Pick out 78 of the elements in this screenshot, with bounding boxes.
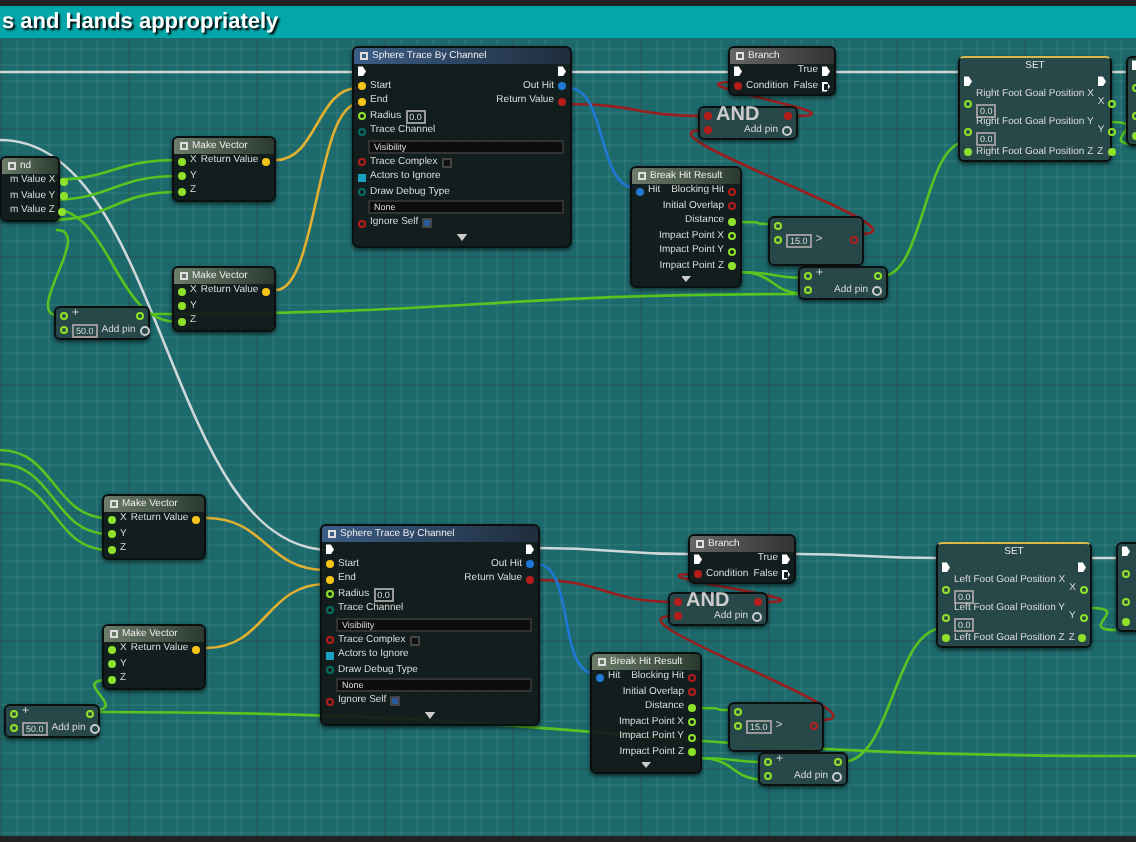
exec-pin-icon[interactable] (822, 66, 830, 77)
pin-icon[interactable] (326, 560, 334, 569)
add-pin-icon[interactable] (782, 125, 792, 136)
pin-icon[interactable] (108, 660, 116, 669)
exec-pin-icon[interactable] (964, 76, 972, 87)
exec-pin-icon[interactable] (822, 81, 830, 92)
pin-icon[interactable] (59, 192, 68, 201)
pin-icon[interactable] (108, 645, 116, 654)
pin-icon[interactable] (262, 287, 271, 296)
pin-icon[interactable] (178, 172, 186, 181)
pin-icon[interactable] (108, 530, 116, 539)
exec-pin-icon[interactable] (558, 66, 566, 77)
exec-pin-icon[interactable] (358, 66, 366, 77)
function-icon (180, 142, 188, 150)
pin-icon[interactable] (358, 97, 366, 106)
checkbox[interactable] (390, 696, 401, 707)
function-icon (8, 162, 16, 170)
comment-title: s and Hands appropriately (0, 7, 279, 38)
array-pin-icon[interactable] (358, 173, 366, 182)
pin-icon[interactable] (178, 157, 186, 166)
pin-icon[interactable] (728, 262, 736, 271)
pin-icon[interactable] (59, 177, 68, 186)
pin-icon[interactable] (108, 515, 116, 524)
pin-icon[interactable] (1122, 618, 1130, 627)
pin-icon[interactable] (942, 634, 950, 643)
checkbox[interactable] (441, 157, 452, 168)
pin-icon[interactable] (178, 287, 186, 296)
wire (836, 70, 958, 74)
exec-pin-icon[interactable] (694, 554, 702, 565)
wire (1091, 606, 1117, 632)
add-pin-icon[interactable] (872, 285, 882, 296)
array-pin-icon[interactable] (326, 651, 334, 660)
pin-icon[interactable] (358, 82, 366, 91)
exec-pin-icon[interactable] (782, 569, 790, 580)
exec-pin-icon[interactable] (526, 544, 534, 555)
pin-icon[interactable] (108, 545, 116, 554)
node-title: AND (686, 591, 730, 612)
pin-icon[interactable] (262, 157, 271, 166)
function-icon (180, 272, 188, 280)
exec-pin-icon[interactable] (782, 554, 790, 565)
function-icon (598, 658, 606, 666)
function-icon (110, 630, 118, 638)
pin-icon[interactable] (178, 317, 186, 326)
pin-icon[interactable] (688, 703, 696, 712)
pin-icon[interactable] (58, 207, 67, 216)
add-pin-icon[interactable] (832, 771, 842, 782)
pin-icon[interactable] (728, 217, 736, 226)
function-icon (638, 172, 646, 180)
pin-icon[interactable] (326, 575, 334, 584)
pin-icon[interactable] (178, 187, 186, 196)
add-pin-icon[interactable] (89, 723, 100, 734)
exec-pin-icon[interactable] (1078, 562, 1086, 573)
wire (796, 552, 936, 560)
pin-icon[interactable] (178, 302, 186, 311)
function-icon (328, 530, 336, 538)
function-icon (696, 540, 704, 548)
pin-icon[interactable] (964, 148, 972, 157)
function-icon (110, 500, 118, 508)
wire (1112, 70, 1126, 74)
exec-pin-icon[interactable] (942, 562, 950, 573)
exec-pin-icon[interactable] (734, 66, 742, 77)
pin-icon[interactable] (688, 748, 696, 757)
exec-pin-icon[interactable] (1098, 76, 1106, 87)
pin-icon[interactable] (1107, 148, 1116, 157)
pin-icon[interactable] (108, 675, 116, 684)
node-title: AND (716, 105, 760, 126)
exec-pin-icon[interactable] (1122, 546, 1130, 557)
checkbox[interactable] (409, 635, 420, 646)
pin-icon[interactable] (192, 645, 201, 654)
function-icon (360, 52, 368, 60)
function-icon (736, 52, 744, 60)
wire (1092, 556, 1116, 560)
add-pin-icon[interactable] (139, 325, 150, 336)
checkbox[interactable] (422, 218, 433, 229)
add-pin-icon[interactable] (752, 611, 762, 622)
pin-icon[interactable] (1078, 634, 1087, 643)
exec-pin-icon[interactable] (326, 544, 334, 555)
pin-icon[interactable] (192, 515, 201, 524)
